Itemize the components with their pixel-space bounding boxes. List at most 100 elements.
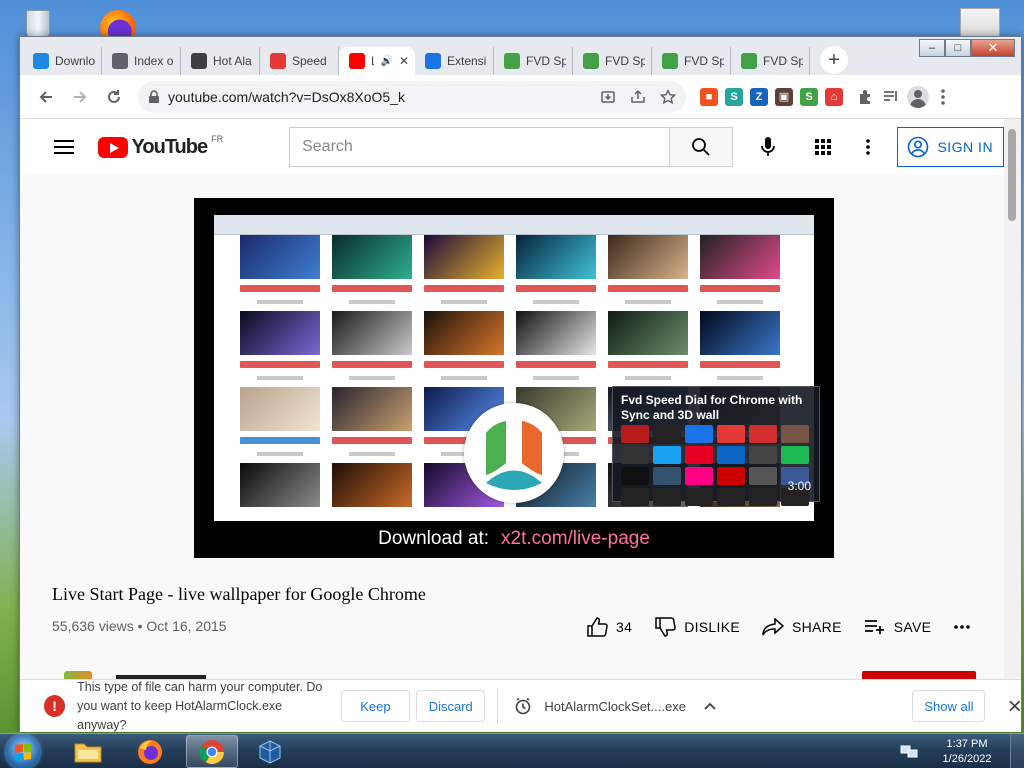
dislike-button[interactable]: DISLIKE (654, 617, 740, 637)
toolbox-extension-icon[interactable]: ■ (700, 87, 718, 106)
close-tab-icon[interactable]: ✕ (399, 54, 409, 68)
download-link: x2t.com/live-page (501, 528, 650, 549)
speed-dial-tile (717, 425, 745, 443)
wallpaper-thumbnail (608, 311, 688, 380)
share-page-icon[interactable] (630, 89, 646, 105)
sign-in-label: SIGN IN (937, 139, 994, 155)
taskbar-virtualbox[interactable] (244, 735, 296, 768)
save-button[interactable]: SAVE (864, 619, 932, 635)
house-icon (504, 53, 520, 69)
keep-button[interactable]: Keep (340, 690, 411, 722)
fvd-extension-icon[interactable]: ⌂ (825, 87, 843, 106)
taskbar-clock[interactable]: 1:37 PM 1/26/2022 (924, 737, 1010, 767)
install-icon[interactable] (600, 89, 616, 105)
more-actions-button[interactable] (953, 624, 971, 630)
speed-dial-tile (653, 446, 681, 464)
hamburger-menu-icon[interactable] (54, 136, 74, 158)
search-input[interactable]: Search (289, 127, 671, 167)
video-browser-chrome (214, 215, 814, 235)
chrome-menu-icon[interactable] (936, 88, 950, 106)
tab-9[interactable]: FVD Sp (731, 47, 810, 75)
tab-2[interactable]: Hot Ala (181, 47, 260, 75)
bookmark-star-icon[interactable] (660, 88, 676, 105)
gallery-extension-icon[interactable]: ▣ (775, 87, 793, 106)
reading-list-icon[interactable] (882, 88, 900, 106)
network-icon[interactable] (900, 744, 918, 760)
address-bar[interactable]: youtube.com/watch?v=DsOx8XoO5_k (138, 80, 686, 113)
tab-6[interactable]: FVD Sp (494, 47, 573, 75)
show-all-button[interactable]: Show all (912, 690, 986, 722)
like-count: 34 (616, 619, 633, 635)
tab-8[interactable]: FVD Sp (652, 47, 731, 75)
tab-5[interactable]: Extensi (415, 47, 494, 75)
close-shelf-icon[interactable] (1009, 700, 1021, 712)
speed-dial-tile (621, 425, 649, 443)
upload-date: Oct 16, 2015 (146, 618, 227, 634)
scrollbar-thumb[interactable] (1008, 129, 1016, 221)
maximize-button[interactable]: □ (945, 39, 971, 57)
tab-title: FVD Sp (526, 54, 566, 68)
video-title: Live Start Page - live wallpaper for Goo… (52, 584, 426, 604)
folder-icon (74, 743, 102, 762)
new-tab-button[interactable]: + (820, 46, 848, 74)
search-button[interactable] (670, 127, 733, 167)
settings-more-button[interactable] (853, 132, 882, 162)
show-desktop-button[interactable] (1010, 734, 1024, 768)
s-extension-icon[interactable]: S (725, 87, 743, 106)
profile-avatar[interactable] (907, 85, 929, 108)
tab-title: Extensi (447, 54, 487, 68)
taskbar-chrome[interactable] (186, 735, 238, 768)
z-extension-icon[interactable]: Z (750, 87, 768, 106)
arrow-left-icon (39, 90, 52, 103)
chart-icon (33, 53, 49, 69)
dislike-label: DISLIKE (684, 619, 740, 635)
download-item[interactable]: HotAlarmClockSet....exe (514, 697, 716, 715)
s2-extension-icon[interactable]: S (800, 87, 818, 106)
back-button[interactable] (30, 81, 62, 113)
extensions-puzzle-icon[interactable] (857, 88, 875, 106)
windows-taskbar: 1:37 PM 1/26/2022 (0, 733, 1024, 768)
wallpaper-thumbnail (700, 235, 780, 304)
tab-7[interactable]: FVD Sp (573, 47, 652, 75)
share-button[interactable]: SHARE (762, 618, 842, 636)
audio-playing-icon[interactable]: 🔊 (380, 56, 392, 67)
speed-dial-popup[interactable]: Fvd Speed Dial for Chrome with Sync and … (612, 386, 820, 506)
speed-icon (270, 53, 286, 69)
globe-icon (112, 53, 128, 69)
video-player[interactable]: Fvd Speed Dial for Chrome with Sync and … (194, 198, 834, 558)
apps-grid-icon (814, 139, 831, 155)
recycle-bin-icon[interactable] (18, 6, 58, 38)
taskbar-explorer[interactable] (62, 735, 114, 768)
reload-button[interactable] (98, 81, 130, 113)
chevron-up-icon[interactable] (704, 702, 716, 710)
search-placeholder: Search (302, 138, 353, 155)
wallpaper-thumbnail (332, 387, 412, 456)
search-icon (692, 138, 710, 156)
speed-dial-tile (621, 488, 649, 506)
discard-button[interactable]: Discard (416, 690, 486, 722)
tab-3[interactable]: Speed (260, 47, 339, 75)
firefox-icon (138, 739, 162, 764)
page-scrollbar[interactable] (1004, 119, 1021, 679)
speed-dial-tile (781, 446, 809, 464)
wallpaper-thumbnail (332, 311, 412, 380)
tab-0[interactable]: Downlo (23, 47, 102, 75)
tab-1[interactable]: Index o (102, 47, 181, 75)
start-button[interactable] (6, 735, 40, 768)
tab-title: Speed (292, 54, 327, 68)
youtube-logo[interactable]: YouTube FR (97, 134, 223, 159)
forward-button[interactable] (64, 81, 96, 113)
minimize-button[interactable]: ‒ (919, 39, 945, 57)
apps-grid-button[interactable] (808, 132, 837, 162)
tab-4[interactable]: L 🔊 ✕ (339, 47, 415, 75)
download-prefix: Download at: (378, 528, 489, 549)
youtube-wordmark: YouTube (131, 135, 209, 158)
taskbar-firefox[interactable] (124, 735, 176, 768)
speed-dial-tile (685, 467, 713, 485)
tab-title: L (371, 54, 375, 68)
sign-in-button[interactable]: SIGN IN (896, 127, 1004, 167)
subscribe-button[interactable] (862, 671, 976, 679)
like-button[interactable]: 34 (586, 617, 632, 637)
close-window-button[interactable]: ✕ (971, 39, 1015, 57)
voice-search-button[interactable] (749, 127, 788, 167)
